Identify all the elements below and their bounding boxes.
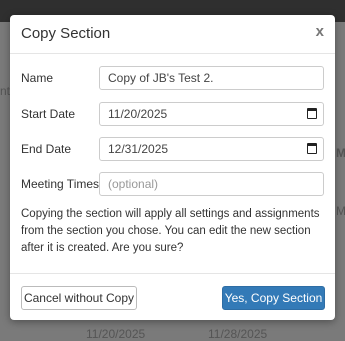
meeting-times-label: Meeting Times <box>21 177 100 191</box>
meeting-times-row: Meeting Times (optional) <box>10 172 335 196</box>
backdrop-date-1: 11/20/2025 <box>86 327 146 341</box>
close-icon[interactable]: x <box>316 23 324 40</box>
start-date-input[interactable]: 11/20/2025 <box>99 102 324 126</box>
calendar-icon[interactable] <box>307 108 317 119</box>
start-date-value: 11/20/2025 <box>108 107 168 121</box>
backdrop-fragment-right-2: M, <box>336 204 345 218</box>
modal-header: Copy Section x <box>10 15 335 54</box>
end-date-label: End Date <box>21 142 72 156</box>
copy-section-button[interactable]: Yes, Copy Section <box>222 286 325 310</box>
cancel-button[interactable]: Cancel without Copy <box>21 286 137 310</box>
start-date-row: Start Date 11/20/2025 <box>10 102 335 126</box>
modal-title: Copy Section <box>21 25 111 42</box>
end-date-input[interactable]: 12/31/2025 <box>99 137 324 161</box>
footer-divider <box>10 273 335 274</box>
meeting-times-input[interactable]: (optional) <box>99 172 324 196</box>
name-input[interactable]: Copy of JB's Test 2. <box>99 66 324 90</box>
calendar-icon[interactable] <box>307 143 317 154</box>
copy-section-modal: Copy Section x Name Copy of JB's Test 2.… <box>10 15 335 320</box>
copy-description: Copying the section will apply all setti… <box>21 208 320 254</box>
name-row: Name Copy of JB's Test 2. <box>10 66 335 90</box>
backdrop-date-2: 11/28/2025 <box>208 327 268 341</box>
end-date-row: End Date 12/31/2025 <box>10 137 335 161</box>
start-date-label: Start Date <box>21 107 76 121</box>
name-label: Name <box>21 71 54 85</box>
backdrop-fragment-right-1: Me <box>336 146 345 160</box>
end-date-value: 12/31/2025 <box>108 142 169 156</box>
